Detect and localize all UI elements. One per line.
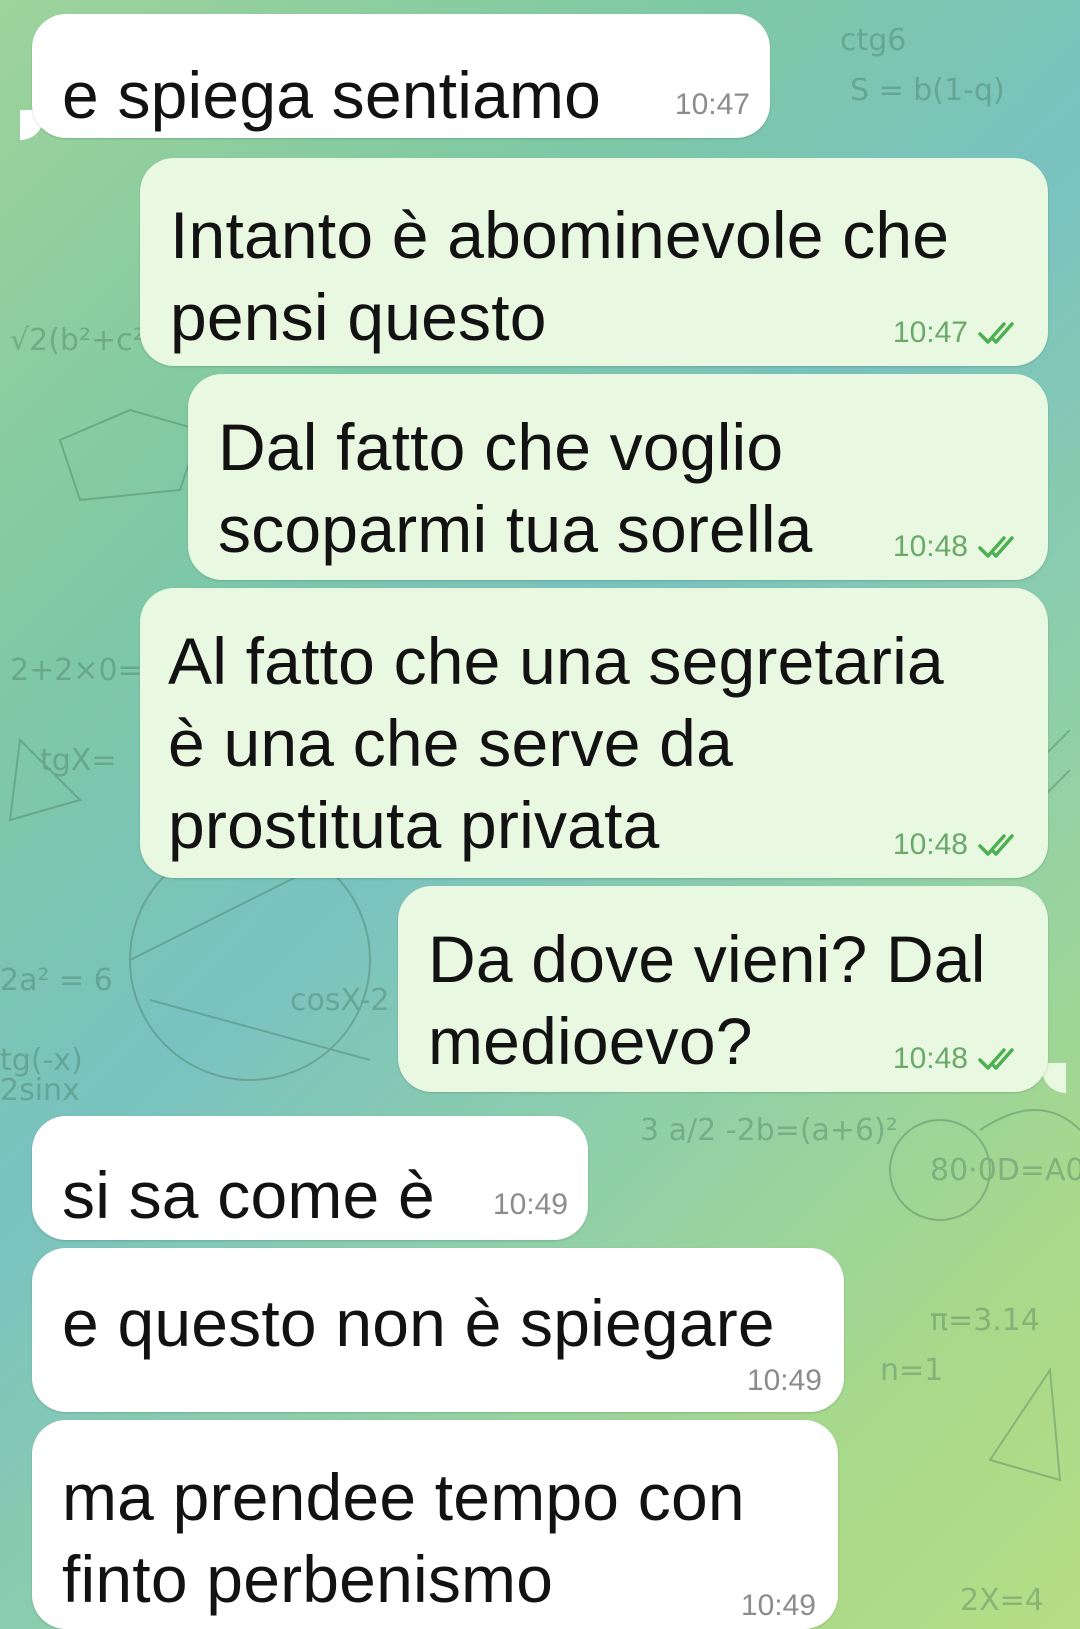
message-timestamp: 10:49 [746,1364,822,1397]
message-timestamp: 10:47 [674,88,750,121]
message-timestamp: 10:48 [893,532,1026,562]
double-check-icon [978,834,1014,856]
message-bubble-outgoing[interactable]: Dal fatto che voglio scoparmi tua sorell… [188,374,1048,580]
message-timestamp: 10:47 [893,318,1026,348]
message-bubble-incoming[interactable]: ma prendee tempo con finto perbenismo 10… [32,1420,838,1629]
message-text: Dal fatto che voglio scoparmi tua sorell… [218,410,813,566]
message-bubble-outgoing[interactable]: Intanto è abominevole che pensi questo 1… [140,158,1048,366]
message-text: ma prendee tempo con finto perbenismo [62,1460,745,1616]
message-text: si sa come è [62,1158,435,1232]
message-timestamp: 10:48 [893,1044,1026,1074]
message-text: Al fatto che una segretaria è una che se… [168,624,944,862]
double-check-icon [978,322,1014,344]
message-text: e spiega sentiamo [62,58,602,132]
chat-message-list: e spiega sentiamo 10:47 Intanto è abomin… [0,0,1080,1629]
message-bubble-incoming[interactable]: e questo non è spiegare 10:49 [32,1248,844,1412]
message-bubble-incoming[interactable]: si sa come è 10:49 [32,1116,588,1240]
message-timestamp: 10:49 [492,1188,568,1221]
double-check-icon [978,1048,1014,1070]
message-timestamp: 10:48 [893,830,1026,860]
message-text: e questo non è spiegare [62,1286,775,1360]
message-bubble-incoming[interactable]: e spiega sentiamo 10:47 [32,14,770,138]
message-timestamp: 10:49 [740,1589,816,1622]
message-text: Intanto è abominevole che pensi questo [170,198,950,354]
message-bubble-outgoing[interactable]: Al fatto che una segretaria è una che se… [140,588,1048,878]
message-bubble-outgoing[interactable]: Da dove vieni? Dal medioevo? 10:48 [398,886,1048,1092]
double-check-icon [978,536,1014,558]
